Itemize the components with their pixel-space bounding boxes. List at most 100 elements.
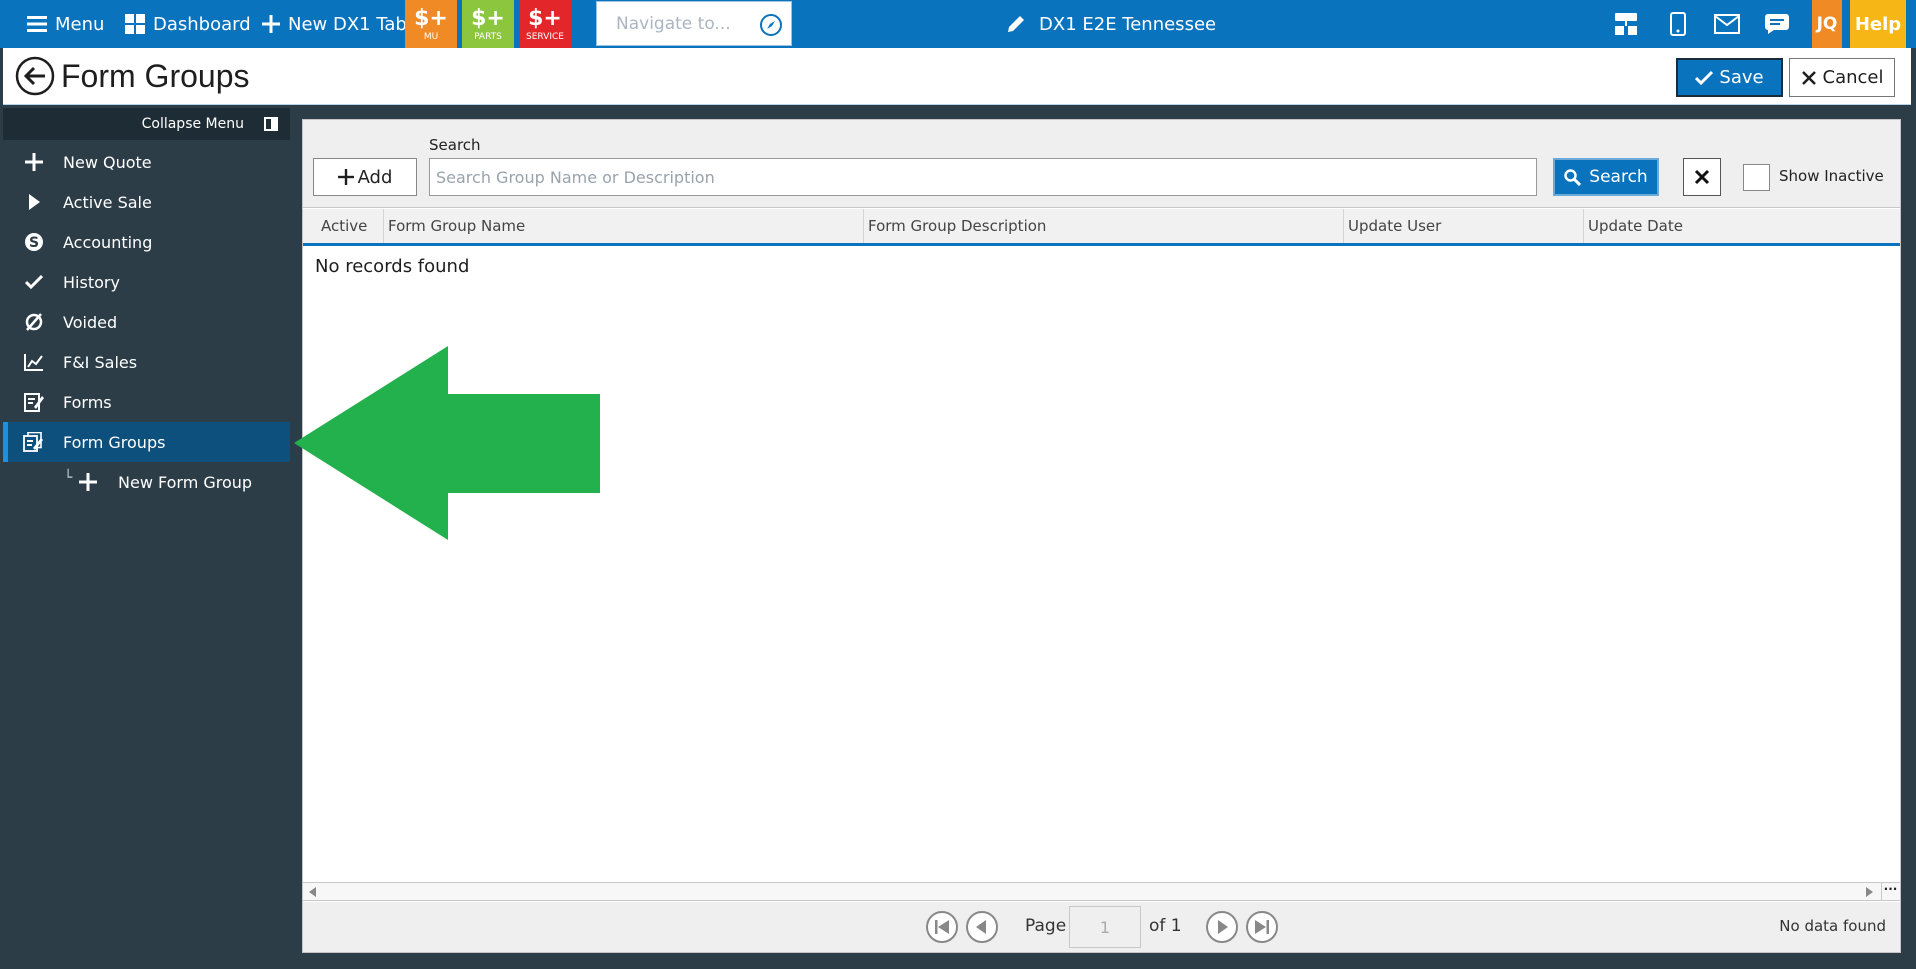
horizontal-scrollbar[interactable]: ··· [303, 882, 1900, 901]
sidebar: Collapse Menu New Quote Active Sale S Ac… [3, 106, 290, 967]
sidebar-item-label: Active Sale [63, 192, 152, 212]
sidebar-item-label: New Quote [63, 152, 152, 172]
sidebar-item-label: New Form Group [118, 472, 253, 492]
menu-label: Menu [55, 13, 105, 35]
title-bar: Form Groups Save Cancel [3, 48, 1911, 105]
org-chart-icon[interactable] [1606, 0, 1646, 48]
sidebar-item-fi-sales[interactable]: F&I Sales [3, 342, 290, 382]
play-icon [23, 192, 45, 212]
svg-text:S: S [29, 235, 39, 251]
close-icon [1694, 169, 1710, 185]
close-icon [1801, 70, 1816, 85]
search-input[interactable]: Search Group Name or Description [429, 158, 1537, 196]
app-tile-mu[interactable]: $+ MU [405, 0, 457, 48]
save-button[interactable]: Save [1676, 58, 1783, 97]
cancel-label: Cancel [1822, 67, 1884, 88]
sidebar-item-forms[interactable]: Forms [3, 382, 290, 422]
page-count: of 1 [1149, 916, 1182, 936]
search-icon [1564, 168, 1582, 186]
pager: Page 1 of 1 No data found [303, 902, 1900, 952]
compass-icon[interactable] [759, 13, 783, 37]
column-header-active[interactable]: Active [303, 209, 383, 243]
dashboard-grid-icon [125, 14, 145, 34]
navigate-field[interactable]: Navigate to... [596, 1, 792, 46]
collapse-menu-label: Collapse Menu [141, 116, 244, 132]
show-inactive-checkbox[interactable] [1743, 164, 1770, 191]
green-pointer-arrow [294, 346, 600, 540]
sidebar-item-label: Forms [63, 392, 112, 412]
form-group-icon [23, 432, 45, 452]
check-icon [23, 272, 45, 292]
new-tab-button[interactable]: New DX1 Tab [262, 0, 407, 48]
scroll-right-icon[interactable] [1866, 887, 1873, 897]
dollar-plus-icon: $+ [471, 6, 505, 31]
app-tile-parts[interactable]: $+ PARTS [462, 0, 514, 48]
sidebar-item-voided[interactable]: Voided [3, 302, 290, 342]
sidebar-item-label: History [63, 272, 120, 292]
cancel-button[interactable]: Cancel [1789, 58, 1895, 97]
search-button-label: Search [1589, 167, 1648, 187]
new-tab-label: New DX1 Tab [288, 13, 407, 35]
dollar-circle-icon: S [23, 232, 45, 252]
dashboard-button[interactable]: Dashboard [125, 0, 251, 48]
add-label: Add [357, 166, 393, 188]
sidebar-item-form-groups[interactable]: Form Groups [3, 422, 290, 462]
pager-status: No data found [1779, 917, 1886, 935]
clear-search-button[interactable] [1683, 158, 1721, 196]
plus-icon [77, 472, 99, 492]
user-avatar[interactable]: JQ [1812, 0, 1842, 48]
form-edit-icon [23, 392, 45, 412]
grid-toolbar: Add Search Search Group Name or Descript… [303, 120, 1900, 208]
back-arrow-icon[interactable] [15, 56, 55, 96]
previous-page-icon[interactable] [965, 910, 999, 944]
column-header-form-group-description[interactable]: Form Group Description [863, 209, 1343, 243]
column-header-form-group-name[interactable]: Form Group Name [383, 209, 863, 243]
top-bar: Menu Dashboard New DX1 Tab $+ MU $+ PART… [0, 0, 1916, 48]
sidebar-item-new-form-group[interactable]: └ New Form Group [3, 462, 290, 502]
first-page-icon[interactable] [925, 910, 959, 944]
dealer-title[interactable]: DX1 E2E Tennessee [1005, 0, 1216, 48]
plus-icon [23, 152, 45, 172]
plus-icon [337, 169, 354, 185]
help-button[interactable]: Help [1850, 0, 1906, 48]
app-tile-label: PARTS [474, 32, 502, 42]
pencil-icon [1008, 16, 1024, 32]
mobile-phone-icon[interactable] [1658, 0, 1698, 48]
hamburger-icon [27, 16, 47, 32]
sidebar-item-label: Accounting [63, 232, 153, 252]
column-header-update-date[interactable]: Update Date [1583, 209, 1900, 243]
dollar-plus-icon: $+ [528, 6, 562, 31]
check-icon [1695, 70, 1714, 85]
app-tile-label: MU [423, 32, 439, 42]
dollar-plus-icon: $+ [414, 6, 448, 31]
search-button[interactable]: Search [1553, 158, 1659, 196]
chat-icon[interactable] [1757, 0, 1797, 48]
sidebar-item-history[interactable]: History [3, 262, 290, 302]
dashboard-label: Dashboard [153, 13, 251, 35]
plus-icon [262, 15, 280, 33]
column-header-update-user[interactable]: Update User [1343, 209, 1583, 243]
app-tile-label: SERVICE [526, 32, 564, 42]
sidebar-item-active-sale[interactable]: Active Sale [3, 182, 290, 222]
sidebar-item-label: Voided [63, 312, 118, 332]
add-button[interactable]: Add [313, 158, 417, 196]
empty-grid-message: No records found [315, 256, 470, 277]
page-number-input[interactable]: 1 [1069, 906, 1141, 948]
menu-button[interactable]: Menu [27, 0, 104, 48]
last-page-icon[interactable] [1245, 910, 1279, 944]
app-tile-service[interactable]: $+ SERVICE [519, 0, 571, 48]
collapse-panel-icon [264, 117, 278, 131]
page-title: Form Groups [61, 58, 250, 94]
show-inactive-label: Show Inactive [1779, 167, 1884, 185]
empty-set-icon [23, 312, 45, 332]
scroll-left-icon[interactable] [309, 887, 316, 897]
sidebar-item-label: F&I Sales [63, 352, 138, 372]
mail-icon[interactable] [1707, 0, 1747, 48]
grid-header: Active Form Group Name Form Group Descri… [303, 209, 1900, 246]
sidebar-item-accounting[interactable]: S Accounting [3, 222, 290, 262]
next-page-icon[interactable] [1205, 910, 1239, 944]
collapse-menu-button[interactable]: Collapse Menu [3, 108, 290, 140]
sidebar-item-label: Form Groups [63, 432, 166, 452]
more-options-icon[interactable]: ··· [1881, 883, 1899, 900]
sidebar-item-new-quote[interactable]: New Quote [3, 142, 290, 182]
